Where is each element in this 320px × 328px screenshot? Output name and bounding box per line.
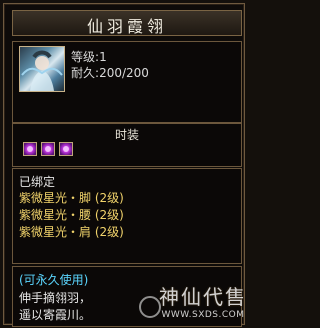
watermark-text: 神仙代售 <box>159 285 247 309</box>
item-basic-panel: 等级:1 耐久:200/200 <box>12 41 242 123</box>
fashion-label: 时装 <box>114 128 139 142</box>
set-item: 紫微星光・脚 (2级) <box>19 191 124 205</box>
item-icon <box>19 46 65 92</box>
set-item: 紫微星光・腰 (2级) <box>19 208 124 222</box>
watermark-logo-icon <box>139 296 161 318</box>
item-level: 等级:1 <box>71 50 107 64</box>
watermark: 神仙代售 WWW.SXDS.COM <box>159 281 247 320</box>
description-line: 伸手摘翎羽， <box>19 291 92 305</box>
item-durability: 耐久:200/200 <box>71 66 149 80</box>
description-line: 遥以寄霞川。 <box>19 308 92 322</box>
fairy-portrait-icon <box>21 50 63 91</box>
watermark-url: WWW.SXDS.COM <box>161 310 245 320</box>
tooltip-titlebar: 仙羽霞翎 <box>12 10 242 36</box>
permanent-use-text: (可永久使用) <box>19 273 89 287</box>
item-tooltip: 仙羽霞翎 等级:1 耐久:200/200 时装 已绑定 紫微星光・脚 (2级) <box>3 3 245 327</box>
fashion-panel: 时装 <box>12 123 242 167</box>
gem-slot-icon <box>41 142 55 156</box>
set-item: 紫微星光・肩 (2级) <box>19 225 124 239</box>
bound-status: 已绑定 <box>19 175 56 189</box>
gem-slot-icon <box>23 142 37 156</box>
gem-slot-icon <box>59 142 73 156</box>
item-name: 仙羽霞翎 <box>86 17 167 36</box>
gem-slots <box>23 142 73 156</box>
bound-set-panel: 已绑定 紫微星光・脚 (2级) 紫微星光・腰 (2级) 紫微星光・肩 (2级) <box>12 168 242 264</box>
